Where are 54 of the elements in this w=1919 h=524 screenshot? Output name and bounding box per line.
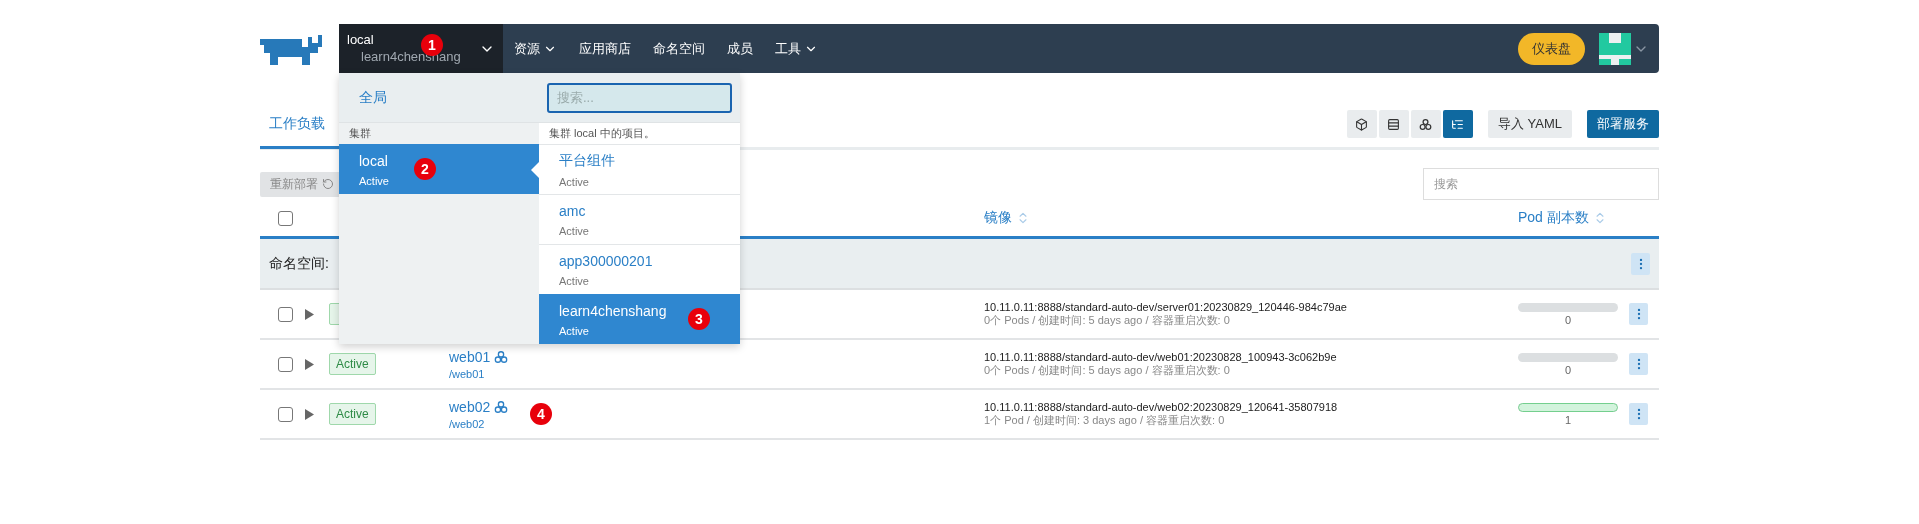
cluster-icon bbox=[494, 399, 509, 414]
row-checkbox[interactable] bbox=[278, 406, 293, 422]
dashboard-button[interactable]: 仪表盘 bbox=[1518, 32, 1585, 65]
status-badge: Active bbox=[329, 353, 376, 375]
nav-item[interactable]: 成员 bbox=[716, 39, 764, 58]
search-field[interactable]: 搜索 bbox=[1423, 168, 1659, 200]
expand-icon[interactable] bbox=[305, 308, 314, 320]
avatar bbox=[1599, 32, 1631, 65]
nav-item[interactable]: 资源 bbox=[503, 39, 568, 58]
namespace-label: 命名空间: bbox=[269, 254, 329, 273]
row-checkbox[interactable] bbox=[278, 356, 293, 372]
image-text: 10.11.0.11:8888/standard-auto-dev/web01:20230828_100943-3c062b9e bbox=[984, 350, 1338, 363]
nav-item[interactable]: 工具 bbox=[764, 39, 829, 58]
nav-item[interactable]: 应用商店 bbox=[568, 39, 642, 58]
expand-icon[interactable] bbox=[305, 408, 314, 420]
row-checkbox[interactable] bbox=[278, 306, 293, 322]
column-header[interactable]: 镜像 bbox=[984, 209, 1518, 227]
pod-count: 0 bbox=[1564, 363, 1572, 376]
image-text: 10.11.0.11:8888/standard-auto-dev/web02:20230829_120641-35807918 bbox=[984, 400, 1339, 413]
cluster-icon bbox=[1419, 117, 1433, 131]
cluster-icon bbox=[494, 349, 509, 364]
more-button[interactable] bbox=[1631, 252, 1650, 275]
pod-count: 0 bbox=[1564, 313, 1572, 326]
cluster-name: local bbox=[347, 32, 374, 49]
column-header[interactable]: Pod 副本数 bbox=[1518, 209, 1629, 227]
nav-item[interactable]: 命名空间 bbox=[642, 39, 716, 58]
cube-icon bbox=[1355, 117, 1369, 131]
step-marker: 4 bbox=[530, 403, 552, 425]
path-link[interactable]: /web01 bbox=[449, 367, 984, 380]
project-search-field[interactable]: 搜索... bbox=[547, 82, 732, 113]
pod-count: 1 bbox=[1564, 413, 1572, 426]
status-badge: Active bbox=[329, 403, 376, 425]
deploy-button[interactable]: 部署服务 bbox=[1587, 110, 1659, 138]
pod-details: 1个 Pod / 创建时间: 3 days ago / 容器重启次数: 0 bbox=[984, 413, 1226, 428]
more-button[interactable] bbox=[1629, 353, 1648, 375]
more-button[interactable] bbox=[1629, 403, 1648, 425]
more-button[interactable] bbox=[1629, 303, 1648, 325]
select-all-checkbox[interactable] bbox=[278, 210, 293, 226]
workload-link[interactable]: web01 bbox=[449, 348, 491, 365]
list-icon bbox=[1451, 117, 1465, 131]
image-text: 10.11.0.11:8888/standard-auto-dev/server01:20230829_120446-984c79ae bbox=[984, 300, 1348, 313]
pod-details: 0个 Pods / 创建时间: 5 days ago / 容器重启次数: 0 bbox=[984, 363, 1231, 378]
view-button[interactable] bbox=[1442, 110, 1473, 138]
view-button[interactable] bbox=[1346, 110, 1377, 138]
view-button[interactable] bbox=[1378, 110, 1409, 138]
redeploy-icon bbox=[322, 178, 334, 190]
workload-link[interactable]: web02 bbox=[449, 398, 491, 415]
import-yaml-button[interactable]: 导入 YAML bbox=[1487, 110, 1572, 138]
rows-icon bbox=[1387, 117, 1401, 131]
view-button[interactable] bbox=[1410, 110, 1441, 138]
expand-icon[interactable] bbox=[305, 358, 314, 370]
global-link[interactable]: 全局 bbox=[359, 88, 387, 107]
pod-details: 0个 Pods / 创建时间: 5 days ago / 容器重启次数: 0 bbox=[984, 313, 1231, 328]
clusters-heading: 集群 bbox=[339, 122, 539, 144]
